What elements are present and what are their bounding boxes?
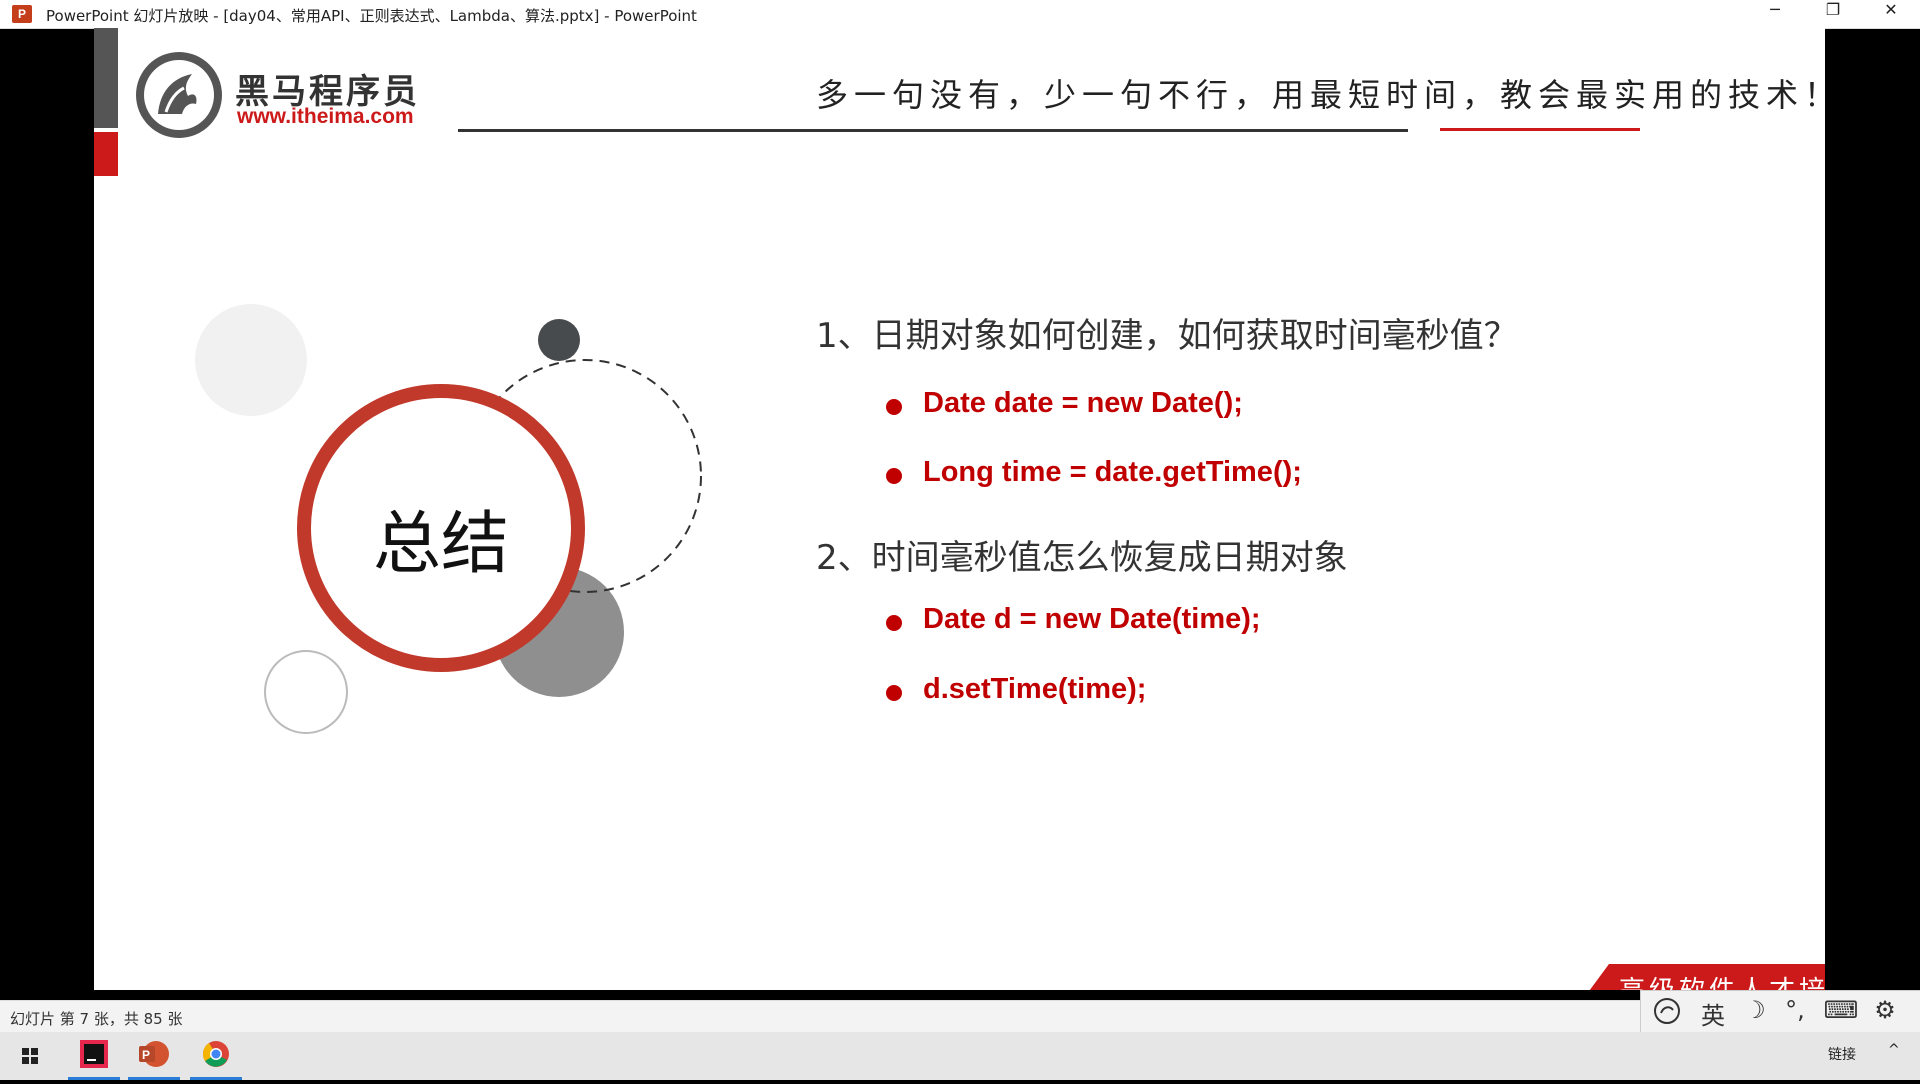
restore-button[interactable]: ❐ [1810, 0, 1856, 28]
status-bar: 幻灯片 第 7 张，共 85 张 [0, 1000, 1920, 1033]
intellij-idea-icon[interactable] [68, 1032, 120, 1080]
window-title-bar: P PowerPoint 幻灯片放映 - [day04、常用API、正则表达式、… [0, 0, 1920, 29]
chrome-icon[interactable] [190, 1032, 242, 1080]
close-button[interactable]: ✕ [1868, 0, 1914, 28]
ime-punctuation-icon[interactable]: °, [1777, 996, 1813, 1024]
powerpoint-app-icon: P [12, 5, 32, 23]
header-divider-accent [1440, 128, 1640, 131]
code-bullet-2: Long time = date.getTime(); [923, 456, 1302, 488]
code-bullet-4: d.setTime(time); [923, 673, 1147, 705]
footer-tagline: 高级软件人才培训专家 [1619, 970, 1825, 990]
code-bullet-3: Date d = new Date(time); [923, 603, 1261, 635]
window-title: PowerPoint 幻灯片放映 - [day04、常用API、正则表达式、La… [46, 7, 697, 25]
ime-keyboard-icon[interactable]: ⌨ [1823, 996, 1859, 1024]
question-1: 1、日期对象如何创建，如何获取时间毫秒值？ [816, 316, 1518, 356]
ime-toolbar: 英 ☽ °, ⌨ ⚙ [1640, 990, 1920, 1034]
svg-text:P: P [142, 1048, 150, 1062]
slide-canvas[interactable]: 黑马程序员 www.itheima.com 多一句没有，少一句不行，用最短时间，… [94, 28, 1825, 990]
bullet-dot [886, 615, 902, 631]
powerpoint-taskbar-icon[interactable]: P [128, 1032, 180, 1080]
bullet-dot [886, 399, 902, 415]
windows-start-icon[interactable] [4, 1032, 56, 1080]
minimize-button[interactable]: ─ [1752, 0, 1798, 28]
decorative-circles [195, 304, 702, 734]
tray-expand-icon[interactable]: ^ [1888, 1042, 1900, 1058]
slide-counter: 幻灯片 第 7 张，共 85 张 [10, 1010, 183, 1028]
ime-language-toggle[interactable]: 英 [1695, 996, 1731, 1031]
ime-logo-icon[interactable] [1649, 996, 1685, 1032]
ime-settings-icon[interactable]: ⚙ [1867, 996, 1903, 1024]
taskbar: P 链接 ^ [0, 1032, 1920, 1080]
slogan: 多一句没有，少一句不行，用最短时间，教会最实用的技术！ [815, 76, 1825, 114]
summary-title: 总结 [372, 505, 509, 584]
question-2: 2、时间毫秒值怎么恢复成日期对象 [816, 538, 1348, 578]
code-bullet-1: Date date = new Date(); [923, 387, 1243, 419]
tray-link-label[interactable]: 链接 [1828, 1044, 1856, 1064]
bullet-dot [886, 468, 902, 484]
bullet-dot [886, 685, 902, 701]
ime-moon-icon[interactable]: ☽ [1737, 996, 1773, 1024]
